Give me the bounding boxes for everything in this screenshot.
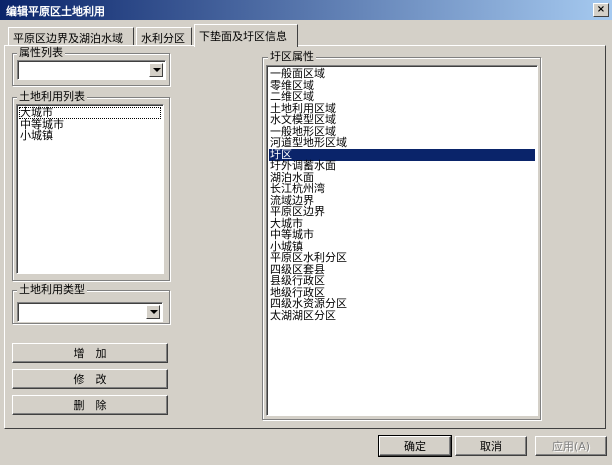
add-button-label: 增 加	[73, 347, 107, 360]
landuse-type-combobox[interactable]	[17, 302, 163, 322]
modify-button-label: 修 改	[73, 373, 107, 386]
close-icon: ×	[596, 4, 606, 15]
chevron-down-icon[interactable]	[149, 63, 163, 77]
list-item[interactable]: 小城镇	[19, 130, 161, 142]
tab-water-division[interactable]: 水利分区	[136, 27, 192, 46]
list-item[interactable]: 中等城市	[269, 229, 535, 241]
ok-button-label: 确定	[404, 440, 426, 453]
polder-attr-label: 圩区属性	[268, 50, 316, 63]
title-bar: 编辑平原区土地利用 ×	[0, 0, 612, 20]
delete-button[interactable]: 删 除	[12, 395, 168, 415]
polder-attr-listbox[interactable]: 一般面区域 零维区域 二维区域 土地利用区域 水文模型区域 一般地形区域 河道型地形区域 圩区…	[266, 65, 538, 416]
tab-label: 水利分区	[141, 32, 185, 45]
apply-button-label: 应用(A)	[551, 440, 591, 453]
landuse-list-label: 土地利用列表	[17, 90, 87, 103]
cancel-button[interactable]: 取消	[455, 436, 527, 456]
tab-plain-boundary[interactable]: 平原区边界及湖泊水域	[8, 27, 134, 46]
cancel-button-label: 取消	[480, 440, 502, 453]
ok-button[interactable]: 确定	[378, 435, 452, 457]
list-item[interactable]: 河道型地形区域	[269, 137, 535, 149]
attr-list-label: 属性列表	[17, 46, 65, 59]
close-button[interactable]: ×	[593, 3, 609, 17]
list-item[interactable]: 太湖湖区分区	[269, 309, 535, 322]
modify-button[interactable]: 修 改	[12, 369, 168, 389]
tab-underlying-surface[interactable]: 下垫面及圩区信息	[194, 24, 298, 47]
tab-label: 平原区边界及湖泊水域	[13, 32, 123, 45]
delete-button-label: 删 除	[73, 399, 107, 412]
window-title: 编辑平原区土地利用	[6, 5, 105, 18]
landuse-listbox[interactable]: 大城市 中等城市 小城镇	[16, 104, 164, 274]
add-button[interactable]: 增 加	[12, 343, 168, 363]
apply-button[interactable]: 应用(A)	[535, 436, 607, 456]
list-item[interactable]: 平原区边界	[269, 206, 535, 218]
tab-label: 下垫面及圩区信息	[199, 30, 287, 43]
chevron-down-icon[interactable]	[146, 305, 160, 319]
landuse-type-label: 土地利用类型	[17, 283, 87, 296]
attr-list-combobox[interactable]	[17, 60, 166, 80]
